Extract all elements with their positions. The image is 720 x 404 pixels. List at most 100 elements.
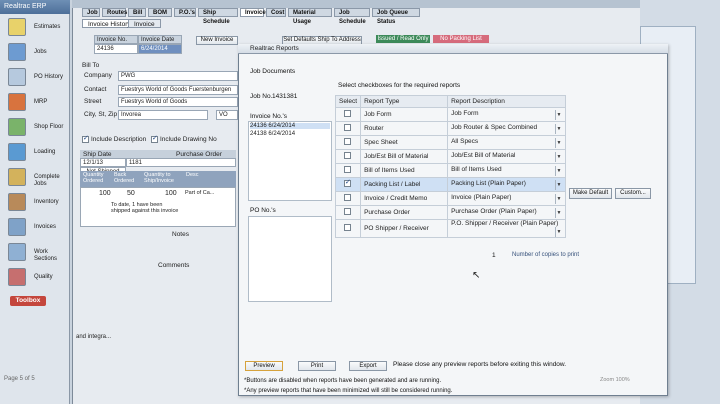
report-description-dropdown[interactable]: Job/Est Bill of Material ▼: [447, 149, 566, 164]
tab-ship-schedule[interactable]: Ship Schedule: [198, 8, 238, 25]
select-cell[interactable]: [334, 121, 362, 136]
chevron-down-icon[interactable]: ▼: [555, 165, 562, 176]
company-field[interactable]: PWG: [118, 71, 238, 81]
report-select-checkbox[interactable]: [344, 110, 351, 117]
include-drawing-checkbox[interactable]: [151, 134, 158, 143]
select-cell[interactable]: [334, 205, 362, 220]
invoice-list-item[interactable]: 24136 6/24/2014: [250, 123, 330, 129]
report-row[interactable]: Job/Est Bill of Material Job/Est Bill of …: [334, 149, 566, 164]
tab-bill[interactable]: Bill: [128, 8, 146, 17]
ship-po-cell[interactable]: 1181: [126, 158, 236, 167]
report-select-checkbox[interactable]: [344, 194, 351, 201]
report-select-checkbox[interactable]: [344, 178, 351, 187]
street-field[interactable]: Fuestrys World of Goods: [118, 97, 238, 107]
nav-item-loading[interactable]: Loading: [4, 143, 66, 167]
report-row[interactable]: Job Form Job Form ▼: [334, 107, 566, 122]
report-description-dropdown[interactable]: Job Form ▼: [447, 107, 566, 122]
comments-label: Comments: [158, 262, 190, 269]
report-row[interactable]: Router Job Router & Spec Combined ▼: [334, 121, 566, 136]
select-cell[interactable]: [334, 107, 362, 122]
nav-icon: [8, 193, 26, 211]
nav-item-invoices[interactable]: Invoices: [4, 218, 66, 242]
report-select-checkbox[interactable]: [344, 224, 351, 231]
invoice-list-item[interactable]: 24138 6/24/2014: [250, 131, 295, 137]
ship-date-cell[interactable]: 12/1/13: [80, 158, 126, 167]
preview-button[interactable]: Preview: [245, 361, 283, 371]
select-cell[interactable]: [334, 219, 362, 238]
chevron-down-icon[interactable]: ▼: [555, 227, 562, 237]
nav-item-estimates[interactable]: Estimates: [4, 18, 66, 42]
customize-button[interactable]: Custom...: [615, 188, 651, 199]
chevron-down-icon[interactable]: ▼: [555, 207, 562, 218]
make-default-button[interactable]: Make Default: [569, 188, 612, 199]
chevron-down-icon[interactable]: ▼: [555, 123, 562, 134]
tab-job[interactable]: Job: [82, 8, 100, 17]
tab-job-schedule[interactable]: Job Schedule: [334, 8, 370, 25]
invoice-date-cell[interactable]: 6/24/2014: [138, 44, 182, 54]
report-description-dropdown[interactable]: Packing List (Plain Paper) ▼: [447, 177, 566, 192]
report-row[interactable]: Bill of Items Used Bill of Items Used ▼: [334, 163, 566, 178]
report-select-checkbox[interactable]: [344, 138, 351, 145]
nav-item-inventory[interactable]: Inventory: [4, 193, 66, 217]
tab-job-queue-status[interactable]: Job Queue Status: [372, 8, 420, 25]
report-select-checkbox[interactable]: [344, 208, 351, 215]
nav-label: Loading: [34, 149, 56, 155]
nav-item-jobs[interactable]: Jobs: [4, 43, 66, 67]
tab-invoice[interactable]: Invoice: [240, 8, 266, 17]
tab-bom[interactable]: BOM: [148, 8, 172, 17]
po-list[interactable]: [248, 216, 332, 302]
nav-icon: [8, 18, 26, 36]
copies-value[interactable]: 1: [492, 252, 496, 259]
new-invoice-button[interactable]: New Invoice: [196, 36, 238, 45]
city-field[interactable]: Invorea: [118, 110, 208, 120]
report-description-dropdown[interactable]: Bill of Items Used ▼: [447, 163, 566, 178]
tab-cost[interactable]: Cost: [266, 8, 286, 17]
tab-material-usage[interactable]: Material Usage: [288, 8, 332, 25]
report-select-checkbox[interactable]: [344, 152, 351, 159]
contact-field[interactable]: Fuestrys World of Goods Fuerstenburgen: [118, 85, 238, 95]
select-cell[interactable]: [334, 149, 362, 164]
status-issued-badge: Issued / Read Only: [376, 35, 430, 43]
back-ordered-value: 50: [127, 190, 135, 197]
report-row[interactable]: Invoice / Credit Memo Invoice (Plain Pape…: [334, 191, 566, 206]
report-description-dropdown[interactable]: All Specs ▼: [447, 135, 566, 150]
report-row[interactable]: Spec Sheet All Specs ▼: [334, 135, 566, 150]
report-row[interactable]: Purchase Order Purchase Order (Plain Pape…: [334, 205, 566, 220]
subtab-invoice[interactable]: Invoice: [128, 19, 161, 28]
nav-item-po-history[interactable]: PO History: [4, 68, 66, 92]
report-row[interactable]: PO Shipper / Receiver P.O. Shipper / Rece…: [334, 219, 566, 238]
nav-label: Shop Floor: [34, 124, 64, 130]
chevron-down-icon[interactable]: ▼: [555, 193, 562, 204]
chevron-down-icon[interactable]: ▼: [555, 179, 562, 190]
chevron-down-icon[interactable]: ▼: [555, 137, 562, 148]
nav-item-complete-jobs[interactable]: Complete Jobs: [4, 168, 66, 192]
nav-item-shop-floor[interactable]: Shop Floor: [4, 118, 66, 142]
state-field[interactable]: VO: [216, 110, 238, 120]
select-cell[interactable]: [334, 163, 362, 178]
chevron-down-icon[interactable]: ▼: [555, 109, 562, 120]
select-cell[interactable]: [334, 177, 362, 192]
report-select-checkbox[interactable]: [344, 124, 351, 131]
invoice-no-cell[interactable]: 24136: [94, 44, 138, 54]
select-cell[interactable]: [334, 191, 362, 206]
print-button[interactable]: Print: [298, 361, 336, 371]
report-description-dropdown[interactable]: P.O. Shipper / Receiver (Plain Paper) ▼: [447, 219, 566, 238]
toolbox-button[interactable]: Toolbox: [10, 296, 46, 306]
tab-routes[interactable]: Routes: [102, 8, 127, 17]
report-description-dropdown[interactable]: Invoice (Plain Paper) ▼: [447, 191, 566, 206]
report-description-dropdown[interactable]: Purchase Order (Plain Paper) ▼: [447, 205, 566, 220]
select-cell[interactable]: [334, 135, 362, 150]
quantity-row[interactable]: 100 50 100 Part of Ca... To date, 1 have…: [80, 187, 236, 227]
tab-p-o-s[interactable]: P.O.'s: [174, 8, 196, 17]
export-button[interactable]: Export: [349, 361, 387, 371]
nav-item-work-sections[interactable]: Work Sections: [4, 243, 66, 267]
nav-item-quality[interactable]: Quality: [4, 268, 66, 292]
chevron-down-icon[interactable]: ▼: [555, 151, 562, 162]
report-row[interactable]: Packing List / LabelPacking List (Plain …: [334, 177, 566, 192]
job-no-label: Job No.: [250, 93, 273, 100]
nav-item-mrp[interactable]: MRP: [4, 93, 66, 117]
erp-title: Realtrac ERP: [0, 0, 70, 14]
report-description-dropdown[interactable]: Job Router & Spec Combined ▼: [447, 121, 566, 136]
report-select-checkbox[interactable]: [344, 166, 351, 173]
include-description-checkbox[interactable]: [82, 134, 89, 143]
